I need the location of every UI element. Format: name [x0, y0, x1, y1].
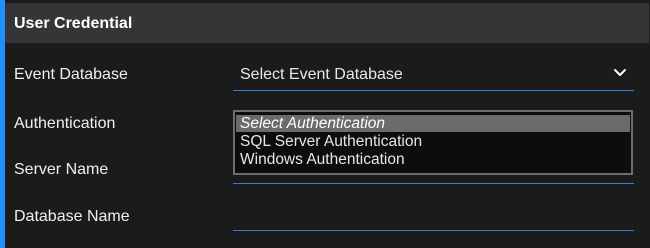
event-database-select[interactable]: Select Event Database: [233, 60, 634, 90]
authentication-option-windows[interactable]: Windows Authentication: [236, 151, 630, 168]
panel-title: User Credential: [14, 15, 133, 32]
server-name-input[interactable]: [233, 183, 634, 184]
authentication-label: Authentication: [14, 115, 116, 132]
authentication-option-select[interactable]: Select Authentication: [236, 115, 630, 132]
event-database-underline: [233, 90, 634, 91]
event-database-select-value: Select Event Database: [240, 66, 403, 83]
event-database-label: Event Database: [14, 66, 128, 83]
user-credential-panel: User Credential Event Database Select Ev…: [0, 0, 650, 248]
database-name-input[interactable]: [233, 230, 634, 231]
authentication-listbox[interactable]: Select Authentication SQL Server Authent…: [233, 110, 633, 175]
chevron-down-icon: [614, 69, 626, 76]
database-name-label: Database Name: [14, 208, 130, 225]
panel-header: User Credential: [5, 3, 649, 43]
server-name-label: Server Name: [14, 161, 109, 178]
authentication-option-sql-server[interactable]: SQL Server Authentication: [236, 133, 630, 150]
